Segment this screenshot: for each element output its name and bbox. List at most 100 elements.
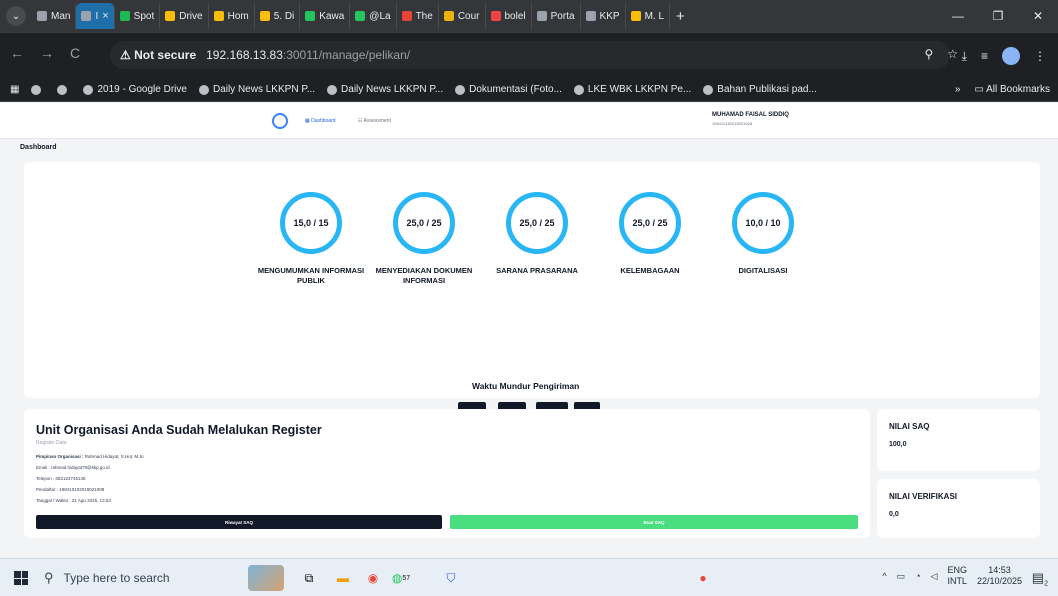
bookmark-label: Bahan Publikasi pad...	[717, 84, 817, 95]
tab-favicon-icon	[443, 11, 454, 21]
bookmark-item[interactable]: Daily News LKKPN P...	[327, 84, 443, 95]
browser-tab[interactable]: Hom	[209, 3, 255, 29]
widgets-icon[interactable]	[248, 565, 284, 591]
tab-label: @La	[369, 10, 391, 22]
register-phone: Telepon : 082124745145	[36, 476, 86, 481]
buat-saq-button[interactable]: Buat SAQ	[450, 515, 858, 529]
language-indicator[interactable]: ENG INTL	[947, 565, 967, 587]
nilai-saq-label: NILAI SAQ	[889, 422, 930, 431]
browser-tab[interactable]: KKP	[581, 3, 626, 29]
battery-icon[interactable]: ▭	[897, 571, 906, 582]
volume-icon[interactable]: ◁	[931, 571, 938, 582]
back-button[interactable]: ←	[10, 45, 24, 61]
tab-favicon-icon	[630, 11, 641, 21]
score-label: MENGUMUMKAN INFORMASI PUBLIK	[257, 266, 365, 285]
lang-top: ENG	[947, 565, 967, 575]
bookmark-globe-icon[interactable]	[57, 84, 71, 95]
score-gauge: 25,0 / 25 KELEMBAGAAN	[590, 192, 710, 276]
register-card: Unit Organisasi Anda Sudah Melalukan Reg…	[24, 409, 870, 538]
tab-close-icon[interactable]: ×	[102, 10, 108, 22]
forward-button[interactable]: →	[40, 45, 54, 61]
browser-tab[interactable]: @La	[350, 3, 397, 29]
tab-favicon-icon	[401, 11, 412, 21]
reload-button[interactable]: C	[70, 45, 80, 61]
notification-dot-icon[interactable]: ●	[694, 569, 712, 587]
score-gauge: 15,0 / 15 MENGUMUMKAN INFORMASI PUBLIK	[251, 192, 371, 286]
file-explorer-icon[interactable]: ▬	[334, 569, 352, 587]
menu-icon[interactable]: ⋮	[1034, 49, 1046, 63]
task-view-icon[interactable]: ⧉	[300, 569, 318, 587]
tab-label: Man	[51, 10, 71, 22]
browser-tab[interactable]: I ×	[76, 3, 115, 29]
bookmark-label: LKE WBK LKKPN Pe...	[587, 84, 692, 95]
riwayat-saq-button[interactable]: Riwayat SAQ	[36, 515, 442, 529]
app-logo[interactable]	[272, 113, 288, 129]
extensions-icon[interactable]: ≡	[981, 49, 988, 63]
countdown-title: Waktu Mundur Pengiriman	[472, 381, 580, 391]
browser-tab[interactable]: 5. Di	[255, 3, 301, 29]
clock-date: 22/10/2025	[976, 576, 1022, 586]
user-id: 198410182018021008	[712, 121, 753, 126]
web-page: ▦ Dashboard ☷ Assessment MUHAMAD FAISAL …	[0, 103, 1058, 558]
tab-favicon-icon	[165, 11, 176, 21]
minimize-button[interactable]: —	[938, 9, 978, 23]
user-name[interactable]: MUHAMAD FAISAL SIDDIQ	[712, 112, 789, 118]
browser-tab[interactable]: Spot	[115, 3, 161, 29]
tab-label: Porta	[550, 10, 575, 22]
bookmark-globe-icon[interactable]	[31, 84, 45, 95]
bookmark-item[interactable]: 2019 - Google Drive	[83, 84, 187, 95]
register-leader-label: Pimpinan Organisasi :	[36, 454, 84, 459]
bookmark-item[interactable]: Daily News LKKPN P...	[198, 84, 315, 95]
tray-chevron-icon[interactable]: ^	[882, 571, 886, 581]
bookmark-item[interactable]: Bahan Publikasi pad...	[703, 84, 817, 95]
browser-tab[interactable]: The	[397, 3, 439, 29]
chrome-icon[interactable]: ◉	[364, 569, 382, 587]
taskbar-search[interactable]: ⚲ Type here to search	[44, 563, 244, 593]
address-bar-row: ← → C ⚠ Not secure 192.168.13.83 :30011/…	[0, 32, 1058, 78]
browser-tab[interactable]: Drive	[160, 3, 209, 29]
score-gauge: 25,0 / 25 MENYEDIAKAN DOKUMEN INFORMASI	[364, 192, 484, 286]
bookmark-item[interactable]: LKE WBK LKKPN Pe...	[573, 84, 692, 95]
tab-label: I	[95, 10, 99, 22]
security-shield-icon[interactable]: ⛉	[442, 569, 460, 587]
windows-start-icon[interactable]	[14, 571, 28, 585]
download-icon[interactable]: ⤓	[962, 49, 967, 64]
profile-avatar[interactable]	[1002, 47, 1020, 65]
bookmarks-overflow-button[interactable]: »	[955, 84, 961, 95]
url-input[interactable]: ⚠ Not secure 192.168.13.83 :30011/manage…	[110, 41, 950, 69]
apps-icon[interactable]: ▦	[10, 84, 19, 95]
browser-tab[interactable]: Cour	[439, 3, 486, 29]
tab-favicon-icon	[213, 11, 224, 21]
nilai-verifikasi-value: 0,0	[889, 511, 899, 518]
url-host: 192.168.13.83	[206, 48, 283, 62]
browser-tab[interactable]: M. L	[626, 3, 671, 29]
close-window-button[interactable]: ✕	[1018, 9, 1058, 23]
notification-center-icon[interactable]: ▤2	[1032, 570, 1048, 588]
tab-favicon-icon	[305, 11, 316, 21]
tab-search-button[interactable]: ⌄	[6, 6, 26, 26]
browser-tab[interactable]: Kawa	[300, 3, 351, 29]
nav-dashboard[interactable]: ▦ Dashboard	[305, 118, 336, 124]
register-email: Email : rahmad.hidayat79@kkp.go.id	[36, 465, 110, 470]
browser-tab[interactable]: Man	[32, 3, 77, 29]
browser-tab[interactable]: bolel	[486, 3, 532, 29]
register-datetime: Tanggal / Waktu : 21 Agu 2025, 13.53	[36, 498, 111, 503]
taskbar-clock[interactable]: 14:53 22/10/2025	[977, 565, 1022, 587]
score-label: DIGITALISASI	[738, 266, 788, 275]
nav-assessment[interactable]: ☷ Assessment	[358, 118, 391, 124]
all-bookmarks-button[interactable]: ▭ All Bookmarks	[974, 84, 1050, 95]
new-tab-button[interactable]: +	[676, 8, 685, 25]
wifi-icon[interactable]: ◔	[915, 571, 920, 581]
tab-label: M. L	[644, 10, 665, 22]
browser-tab[interactable]: Porta	[532, 3, 581, 29]
bookmark-label: Dokumentasi (Foto...	[469, 84, 562, 95]
tab-favicon-icon	[81, 11, 92, 21]
tab-label: Cour	[457, 10, 480, 22]
whatsapp-badge: 57	[402, 574, 411, 582]
whatsapp-icon[interactable]: ◍ 57	[392, 569, 410, 587]
bookmark-star-icon[interactable]: ☆	[947, 47, 958, 61]
maximize-button[interactable]: ❐	[978, 9, 1018, 23]
not-secure-badge[interactable]: ⚠ Not secure	[120, 48, 196, 62]
bookmark-item[interactable]: Dokumentasi (Foto...	[455, 84, 562, 95]
zoom-icon[interactable]: ⚲	[924, 47, 933, 61]
